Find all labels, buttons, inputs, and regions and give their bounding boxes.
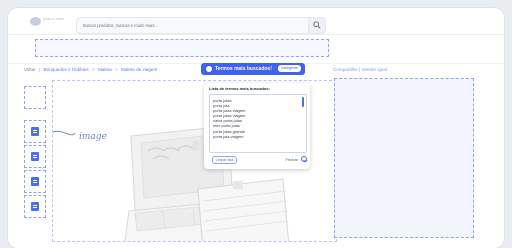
breadcrumb-item[interactable]: Brinquedos e Hobbies xyxy=(44,67,89,72)
logo-mark-icon xyxy=(30,17,41,26)
search-input[interactable] xyxy=(83,21,303,30)
close-label[interactable]: Fechar xyxy=(286,157,298,162)
breadcrumb-separator: | xyxy=(39,67,41,72)
image-file-icon xyxy=(31,177,39,186)
logo[interactable]: jóias e mais xyxy=(30,16,64,28)
sidebar-placeholder xyxy=(334,78,474,238)
search-terms-toggle[interactable]: Termos mais buscados! Inteligente xyxy=(201,63,305,75)
image-file-icon xyxy=(31,127,39,136)
terms-list[interactable]: porta joias porta joia porta joias viage… xyxy=(209,94,307,153)
search-button[interactable] xyxy=(308,18,325,33)
list-item[interactable]: porta joia viagem xyxy=(210,134,306,139)
thumbnail[interactable] xyxy=(24,145,46,168)
close-chevron-icon[interactable] xyxy=(301,156,307,162)
share-sell-links[interactable]: Compartilhe | Vender igual xyxy=(333,67,387,72)
thumbnail-placeholder[interactable] xyxy=(24,86,46,109)
breadcrumb-item[interactable]: Maleta de viagem xyxy=(121,67,157,72)
search-terms-panel: Lista de termos mais buscados: porta joi… xyxy=(204,83,310,169)
breadcrumb: Voltar | Brinquedos e Hobbies > Maleta >… xyxy=(24,67,157,72)
panel-title: Lista de termos mais buscados: xyxy=(209,86,270,91)
breadcrumb-separator: > xyxy=(115,67,118,72)
thumbnail[interactable] xyxy=(24,120,46,143)
breadcrumb-separator: > xyxy=(92,67,95,72)
app-window: jóias e mais Voltar | Brinquedos e Hobbi… xyxy=(8,8,504,248)
search-bar xyxy=(76,17,326,34)
thumbnail[interactable] xyxy=(24,195,46,218)
logo-text: jóias e mais xyxy=(43,16,65,21)
thumbnail[interactable] xyxy=(24,170,46,193)
ad-banner-placeholder xyxy=(35,39,329,57)
search-icon xyxy=(313,21,321,29)
image-file-icon xyxy=(31,152,39,161)
scrollbar[interactable] xyxy=(302,97,304,107)
top-bar: jóias e mais xyxy=(8,8,504,35)
smart-badge: Inteligente xyxy=(278,65,301,72)
clear-list-button[interactable]: Limpar lista xyxy=(212,156,238,164)
image-file-icon xyxy=(31,202,39,211)
breadcrumb-item[interactable]: Maleta xyxy=(98,67,112,72)
breadcrumb-back-link[interactable]: Voltar xyxy=(24,67,36,72)
popup-header-title: Termos mais buscados! xyxy=(215,65,272,72)
radio-icon xyxy=(206,66,212,72)
image-label: image xyxy=(79,132,107,142)
